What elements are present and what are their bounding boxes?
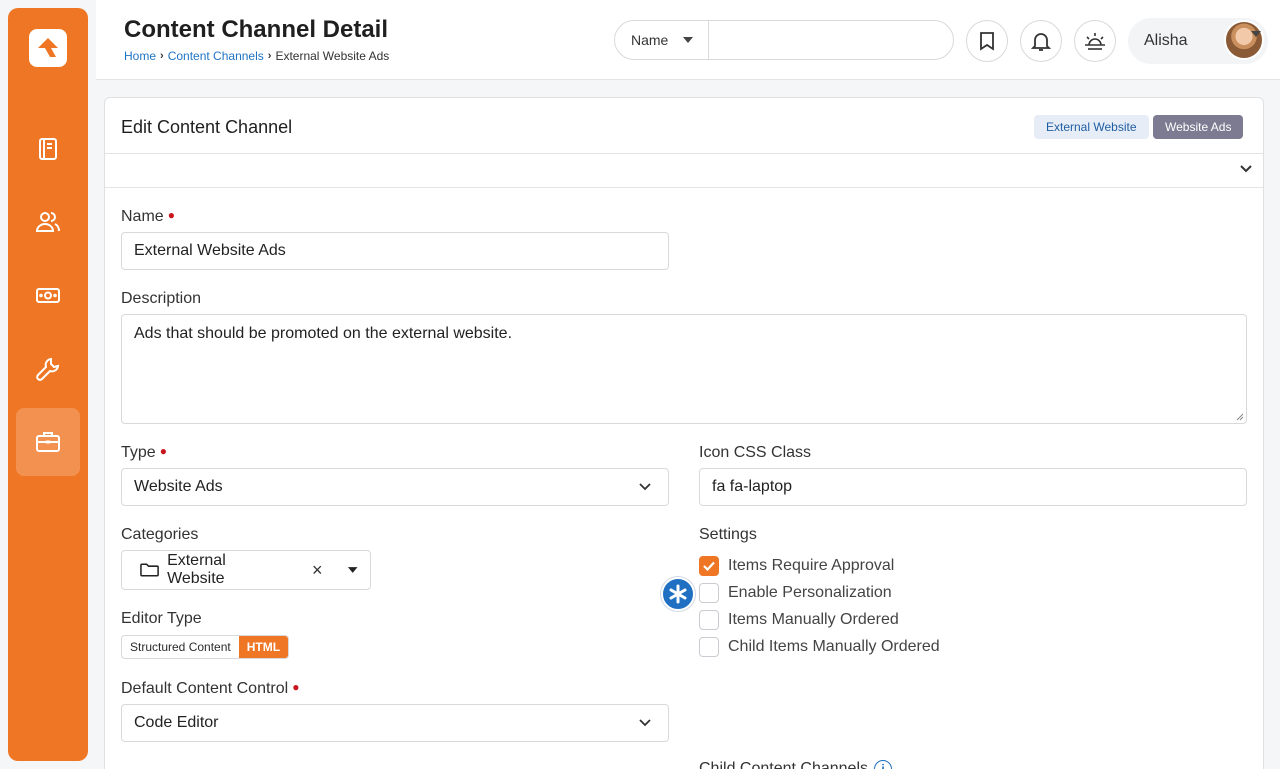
- caret-down-icon[interactable]: [347, 566, 358, 574]
- editor-type-structured[interactable]: Structured Content: [122, 636, 239, 658]
- type-select[interactable]: Website Ads: [121, 468, 669, 506]
- setting-label: Enable Personalization: [728, 584, 892, 601]
- check-icon: [703, 561, 715, 571]
- name-field[interactable]: External Website Ads: [121, 232, 669, 270]
- search-input[interactable]: [709, 21, 953, 59]
- category-chip-label: External Website: [167, 552, 226, 587]
- wrench-icon: [36, 357, 60, 381]
- folder-icon: [140, 563, 159, 577]
- page-title: Content Channel Detail: [124, 16, 389, 43]
- checkbox[interactable]: [699, 556, 719, 576]
- avatar: [1224, 20, 1264, 60]
- rock-logo[interactable]: [29, 29, 67, 67]
- tag-category: External Website: [1034, 115, 1149, 139]
- bookmark-icon: [980, 32, 994, 51]
- book-icon: [39, 138, 57, 160]
- caret-down-icon: [683, 37, 693, 43]
- setting-items-manually-ordered[interactable]: Items Manually Ordered: [699, 610, 899, 630]
- description-label: Description: [121, 290, 202, 307]
- briefcase-icon: [36, 432, 60, 452]
- sunrise-icon: [1085, 33, 1105, 50]
- required-indicator: ●: [159, 444, 167, 458]
- resize-grip-icon[interactable]: [1234, 411, 1244, 421]
- type-value: Website Ads: [134, 478, 223, 495]
- money-icon: [36, 288, 60, 303]
- caret-down-icon[interactable]: [1250, 30, 1262, 38]
- name-label: Name ●: [121, 208, 175, 225]
- setting-label: Items Manually Ordered: [728, 611, 899, 628]
- rock-logo-icon: [38, 38, 58, 57]
- editor-type-toggle: Structured Content HTML: [121, 635, 290, 659]
- description-text: Ads that should be promoted on the exter…: [134, 325, 513, 342]
- default-content-control-select[interactable]: Code Editor: [121, 704, 669, 742]
- people-icon: [35, 212, 60, 232]
- edit-content-channel-panel: Edit Content Channel External Website We…: [104, 97, 1264, 769]
- checkbox[interactable]: [699, 610, 719, 630]
- sidebar-item-people[interactable]: [16, 188, 80, 256]
- user-menu[interactable]: Alisha: [1128, 18, 1268, 64]
- default-content-control-value: Code Editor: [134, 714, 219, 731]
- required-indicator: ●: [167, 208, 175, 222]
- sidebar-item-admin[interactable]: [16, 408, 80, 476]
- icon-css-label: Icon CSS Class: [699, 444, 812, 461]
- breadcrumb-content-channels[interactable]: Content Channels: [168, 49, 264, 63]
- chevron-down-icon: [639, 719, 651, 727]
- asterisk-icon: [669, 584, 687, 604]
- sidebar: [8, 8, 88, 761]
- editor-type-html[interactable]: HTML: [238, 636, 289, 658]
- sidebar-item-tools[interactable]: [16, 335, 80, 403]
- checkbox[interactable]: [699, 583, 719, 603]
- chevron-down-icon: [639, 483, 651, 491]
- user-name: Alisha: [1144, 32, 1188, 49]
- search-bar: Name: [614, 20, 954, 60]
- breadcrumb-home[interactable]: Home: [124, 49, 156, 63]
- bookmark-button[interactable]: [966, 20, 1008, 62]
- notifications-button[interactable]: [1020, 20, 1062, 62]
- page-header: Content Channel Detail Home › Content Ch…: [96, 0, 1280, 80]
- sidebar-item-content[interactable]: [16, 115, 80, 183]
- chevron-right-icon: ›: [160, 50, 164, 62]
- categories-picker[interactable]: External Website ×: [121, 550, 371, 590]
- required-indicator: ●: [292, 680, 300, 694]
- chevron-down-icon[interactable]: [1239, 164, 1253, 174]
- child-content-channels-label: Child Content Channels i: [699, 760, 892, 769]
- default-content-control-label: Default Content Control ●: [121, 680, 300, 697]
- breadcrumb: Home › Content Channels › External Websi…: [124, 49, 389, 63]
- search-type-select[interactable]: Name: [615, 21, 709, 59]
- setting-enable-personalization[interactable]: Enable Personalization: [699, 583, 892, 603]
- breadcrumb-current: External Website Ads: [275, 49, 390, 63]
- setting-items-require-approval[interactable]: Items Require Approval: [699, 556, 894, 576]
- description-field[interactable]: Ads that should be promoted on the exter…: [121, 314, 1247, 424]
- info-icon[interactable]: i: [874, 760, 892, 769]
- setting-label: Child Items Manually Ordered: [728, 638, 940, 655]
- setting-label: Items Require Approval: [728, 557, 895, 574]
- settings-label: Settings: [699, 526, 757, 543]
- setting-child-items-manually-ordered[interactable]: Child Items Manually Ordered: [699, 637, 940, 657]
- panel-subheader: [105, 154, 1263, 188]
- bell-icon: [1031, 33, 1051, 51]
- type-label: Type ●: [121, 444, 167, 461]
- search-type-label: Name: [631, 32, 669, 48]
- checkbox[interactable]: [699, 637, 719, 657]
- panel-title: Edit Content Channel: [121, 117, 293, 137]
- sidebar-item-finance[interactable]: [16, 261, 80, 329]
- callout-asterisk-badge: [661, 577, 695, 611]
- theme-toggle-button[interactable]: [1074, 20, 1116, 62]
- editor-type-label: Editor Type: [121, 610, 202, 627]
- chevron-right-icon: ›: [267, 50, 272, 62]
- categories-label: Categories: [121, 526, 199, 543]
- tag-type: Website Ads: [1153, 115, 1244, 139]
- panel-header: Edit Content Channel External Website We…: [105, 98, 1263, 154]
- clear-icon[interactable]: ×: [312, 560, 323, 581]
- icon-css-field[interactable]: fa fa-laptop: [699, 468, 1247, 506]
